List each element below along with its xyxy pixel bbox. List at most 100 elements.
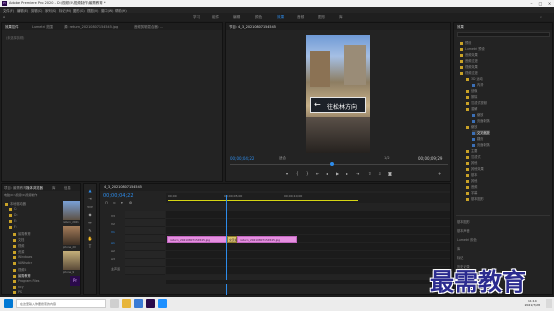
- tab-media-browser[interactable]: 媒体浏览器: [26, 185, 43, 190]
- media-thumbnail[interactable]: [63, 201, 80, 220]
- folder-item[interactable]: 视频5: [13, 267, 26, 272]
- folder-item[interactable]: 最需教育: [13, 231, 31, 236]
- go-to-in-icon[interactable]: ⇤: [316, 171, 319, 176]
- effects-item[interactable]: 翻页: [472, 136, 483, 141]
- maximize-icon[interactable]: □: [536, 0, 545, 7]
- add-marker-timeline-icon[interactable]: ▾: [121, 201, 123, 205]
- effects-item[interactable]: 缩放: [472, 112, 483, 117]
- effects-item[interactable]: 音频过渡: [460, 58, 478, 63]
- panel-link-lumetri[interactable]: Lumetri 颜色: [457, 237, 477, 242]
- ripple-edit-icon[interactable]: ⟺: [87, 204, 93, 210]
- folder-item-selected[interactable]: 最需教育: [13, 273, 31, 278]
- track-header-a3[interactable]: A3: [111, 257, 115, 261]
- go-to-out-icon[interactable]: ⇥: [356, 171, 359, 176]
- slip-tool-icon[interactable]: ↔: [87, 220, 93, 226]
- effects-item[interactable]: 主要: [466, 148, 477, 153]
- type-tool-icon[interactable]: T: [87, 244, 93, 250]
- folder-item[interactable]: PS: [13, 290, 22, 294]
- track-lanes[interactable]: [166, 211, 450, 275]
- effects-item[interactable]: 擦除: [466, 94, 477, 99]
- work-area-bar[interactable]: [168, 200, 358, 201]
- effects-item-selected[interactable]: 交叉缩放: [472, 130, 490, 135]
- panel-link-essential-sound[interactable]: 基本声音: [457, 228, 470, 233]
- tab-source[interactable]: 源: return_20210807154545.jpg: [64, 24, 118, 29]
- fit-dropdown[interactable]: 适合: [279, 156, 286, 161]
- media-thumbnail[interactable]: [63, 251, 80, 270]
- track-header-a1[interactable]: A1: [111, 241, 115, 245]
- effects-item[interactable]: 音频: [466, 184, 477, 189]
- folder-item[interactable]: IAWtsdcr: [13, 261, 32, 265]
- effects-item[interactable]: 沉浸式视频: [466, 100, 487, 105]
- windows-start-icon[interactable]: [4, 299, 13, 308]
- effects-item[interactable]: Lumetri 预设: [460, 46, 485, 51]
- track-header-v3[interactable]: V3: [111, 214, 115, 218]
- folder-item[interactable]: Windows: [13, 255, 32, 259]
- effects-item[interactable]: 音频效果: [460, 52, 478, 57]
- workspace-libraries[interactable]: 库: [339, 15, 343, 20]
- effects-item[interactable]: 内滑: [472, 82, 483, 87]
- program-scrubber[interactable]: [230, 164, 448, 165]
- taskbar-search-input[interactable]: 在这里输入你要搜索的内容: [16, 299, 106, 308]
- workspace-color[interactable]: 颜色: [255, 15, 262, 20]
- effects-item[interactable]: 页面剥落: [472, 142, 490, 147]
- track-header-v2[interactable]: V2: [111, 222, 115, 226]
- video-clip[interactable]: return_20210807154545.jpg: [167, 236, 227, 243]
- effects-item[interactable]: 其他: [466, 160, 477, 165]
- track-select-icon[interactable]: ⇥: [87, 196, 93, 202]
- close-icon[interactable]: ×: [545, 0, 554, 7]
- folder-item[interactable]: 本地驱动器: [5, 201, 26, 206]
- hand-tool-icon[interactable]: ✋: [87, 236, 93, 242]
- lift-icon[interactable]: ⇧: [368, 171, 371, 176]
- track-controls[interactable]: [125, 211, 165, 275]
- workspace-editing[interactable]: 编辑: [233, 15, 240, 20]
- app-taskbar-icon[interactable]: [158, 299, 167, 308]
- step-back-icon[interactable]: ◂: [326, 171, 328, 176]
- effects-item[interactable]: 其他: [466, 178, 477, 183]
- file-explorer-icon[interactable]: [122, 299, 131, 308]
- folder-item[interactable]: Program Files: [13, 279, 39, 283]
- tab-effect-controls[interactable]: 效果控件: [5, 24, 19, 29]
- add-marker-icon[interactable]: ▾: [286, 171, 288, 176]
- play-icon[interactable]: ▶: [336, 171, 339, 176]
- effects-search-input[interactable]: [457, 32, 550, 37]
- effects-item[interactable]: 划像: [466, 88, 477, 93]
- step-forward-icon[interactable]: ▸: [346, 171, 348, 176]
- track-header-v1[interactable]: V1: [111, 230, 115, 234]
- effects-item[interactable]: 视频效果: [460, 64, 478, 69]
- export-frame-icon[interactable]: ◙: [388, 171, 392, 176]
- program-playhead[interactable]: [330, 162, 334, 166]
- edge-browser-icon[interactable]: [134, 299, 143, 308]
- track-header-a2[interactable]: A2: [111, 249, 115, 253]
- system-clock[interactable]: 11:14 2021/7/28: [525, 299, 540, 307]
- pen-tool-icon[interactable]: ✎: [87, 228, 93, 234]
- extract-icon[interactable]: ⇩: [378, 171, 381, 176]
- effects-item[interactable]: 缩放: [466, 124, 477, 129]
- panel-link-markers[interactable]: 标记: [457, 255, 463, 260]
- timeline-ruler[interactable]: 00;00 00;00;05;00 00;00;10;00: [166, 193, 450, 203]
- folder-item[interactable]: ncy: [13, 285, 24, 289]
- tab-audio-mixer[interactable]: 音频剪辑混合器: ...: [134, 24, 163, 29]
- tab-libraries[interactable]: 库: [52, 185, 55, 190]
- workspace-assembly[interactable]: 组件: [212, 15, 219, 20]
- folder-item[interactable]: F:: [9, 225, 17, 229]
- tab-sequence[interactable]: 4_3_20210807154545: [104, 185, 142, 189]
- task-view-icon[interactable]: [110, 299, 119, 308]
- mark-out-icon[interactable]: }: [306, 171, 309, 176]
- folder-item[interactable]: D:: [9, 213, 18, 217]
- folder-item[interactable]: C:: [9, 207, 17, 211]
- premiere-taskbar-icon[interactable]: [146, 299, 155, 308]
- effects-item[interactable]: 视频过渡: [460, 70, 478, 75]
- zoom-dropdown[interactable]: 1/2: [384, 156, 390, 160]
- panel-link-essential-graphics[interactable]: 基本图形: [457, 219, 470, 224]
- effects-item[interactable]: 页面剥落: [472, 118, 490, 123]
- program-timecode[interactable]: 00;00;04;22: [230, 156, 254, 161]
- effects-item[interactable]: 字幕: [466, 190, 477, 195]
- effects-item[interactable]: 基本图形: [466, 196, 484, 201]
- tab-info[interactable]: 信息: [64, 185, 71, 190]
- folder-item[interactable]: 文档: [13, 237, 24, 242]
- folder-item[interactable]: E:: [9, 219, 17, 223]
- tab-effects[interactable]: 效果: [457, 24, 464, 29]
- media-thumbnail[interactable]: [63, 226, 80, 245]
- search-icon[interactable]: ⌕: [540, 15, 542, 19]
- tab-project[interactable]: 项目: 最需教育: [4, 185, 27, 190]
